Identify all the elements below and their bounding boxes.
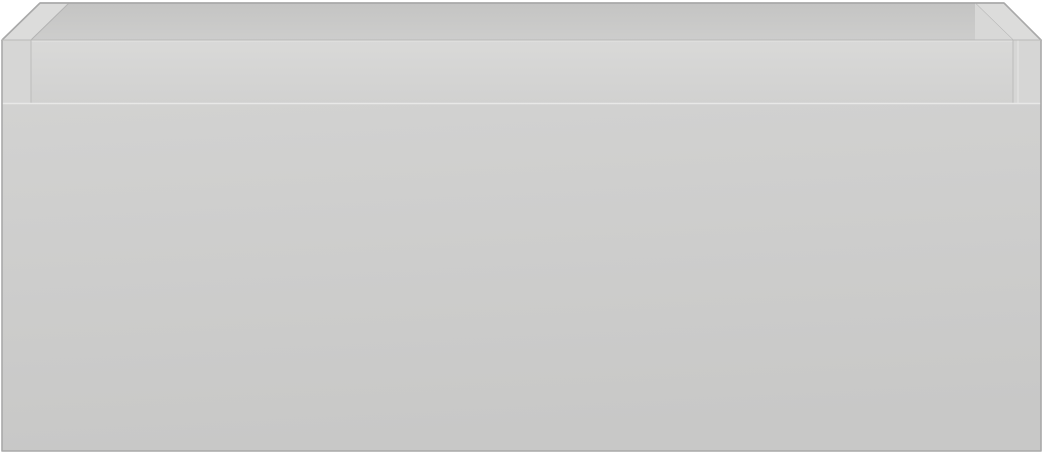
right-side-panel — [1013, 40, 1041, 103]
left-side-panel — [2, 40, 31, 103]
inner-back-wall — [31, 3, 975, 40]
drawer-box-illustration — [0, 2, 1043, 452]
inner-tray-face — [31, 40, 1013, 103]
front-panel — [2, 103, 1041, 451]
